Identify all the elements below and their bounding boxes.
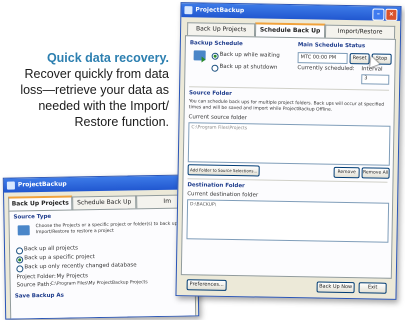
projects-icon (17, 225, 30, 236)
source-folder-description: You can schedule back ups for multiple p… (188, 99, 385, 113)
add-source-button[interactable]: Add Folder to Source Selections... (187, 164, 260, 177)
current-source-label: Current source folder (188, 114, 248, 122)
tab-import-restore[interactable]: Import/Restore (324, 24, 396, 39)
source-folder-heading: Source Folder (188, 90, 232, 98)
destination-folder-field[interactable]: D:\BACKUP\ (186, 199, 390, 243)
source-path-value: C:\Program Files\My ProjectBackup Projec… (50, 280, 148, 287)
interval-label: Interval (361, 66, 383, 73)
back-window-titlebar: ProjectBackup (3, 175, 197, 193)
close-button[interactable]: × (385, 8, 398, 21)
exit-button[interactable]: Exit (358, 282, 387, 294)
radio-now-label: Back up while waiting (219, 51, 280, 59)
preferences-button[interactable]: Preferences... (186, 279, 227, 291)
remove-button[interactable]: Remove (333, 166, 360, 179)
project-folder-label: Project Folder: (16, 273, 56, 281)
main-window-panel: Backup Schedule Back up while waiting Ba… (180, 35, 396, 279)
source-list-item[interactable]: C:\Program Files\Projects (191, 125, 247, 131)
destination-value: D:\BACKUP\ (190, 202, 217, 208)
radio-back-up-shutdown[interactable] (211, 64, 219, 72)
option-specific-label: Back up a specific project (24, 254, 95, 262)
app-icon (184, 6, 193, 15)
option-all-label: Back up all projects (23, 245, 79, 253)
project-folder-value: My Projects (56, 273, 88, 280)
back-up-now-button[interactable]: Back Up Now (316, 281, 355, 294)
schedule-arrow-icon (201, 56, 206, 63)
source-type-heading: Source Type (13, 213, 52, 221)
tab-back-up-projects[interactable]: Back Up Projects (187, 22, 256, 37)
status-value: MTC 00:00 PM (300, 54, 337, 61)
backup-schedule-heading: Backup Schedule (189, 40, 243, 48)
radio-back-up-specific[interactable] (16, 256, 24, 264)
source-folder-list[interactable]: C:\Program Files\Projects (187, 122, 391, 166)
currently-scheduled-label: Currently scheduled: (297, 65, 355, 73)
caption-body: Recover quickly from data loss—retrieve … (20, 67, 169, 129)
status-field[interactable]: MTC 00:00 PM (297, 52, 348, 65)
app-icon (6, 181, 15, 190)
main-schedule-heading: Main Schedule Status (297, 42, 366, 50)
radio-back-up-now[interactable] (211, 52, 219, 60)
save-backup-heading: Save Backup As (14, 292, 64, 300)
interval-field[interactable]: 3 (361, 74, 390, 85)
current-destination-label: Current destination folder (187, 191, 259, 199)
interval-value: 3 (364, 75, 368, 82)
back-window: ProjectBackup Back Up Projects Schedule … (2, 174, 200, 320)
radio-back-up-recent[interactable] (16, 265, 24, 273)
destination-folder-heading: Destination Folder (187, 182, 245, 190)
back-window-panel: Source Type Choose the Projects or a spe… (8, 207, 197, 320)
main-window-titlebar: ProjectBackup – × (181, 3, 401, 21)
source-path-label: Source Path: (16, 281, 52, 289)
remove-all-button[interactable]: Remove All (361, 167, 390, 179)
caption: Quick data recovery. Recover quickly fro… (0, 50, 169, 130)
radio-shutdown-label: Back up at shutdown (219, 63, 278, 71)
source-type-description: Choose the Projects or a specific projec… (35, 221, 179, 236)
tab-schedule-back-up[interactable]: Schedule Back Up (72, 195, 137, 210)
option-recent-label: Back up only recently changed database (24, 262, 137, 271)
main-window: ProjectBackup – × Back Up Projects Sched… (175, 2, 402, 300)
minimize-button[interactable]: – (372, 8, 385, 21)
caption-headline: Quick data recovery. (46, 51, 169, 65)
main-window-title: ProjectBackup (195, 6, 245, 15)
radio-back-up-all[interactable] (15, 247, 24, 255)
back-window-title: ProjectBackup (17, 180, 67, 189)
